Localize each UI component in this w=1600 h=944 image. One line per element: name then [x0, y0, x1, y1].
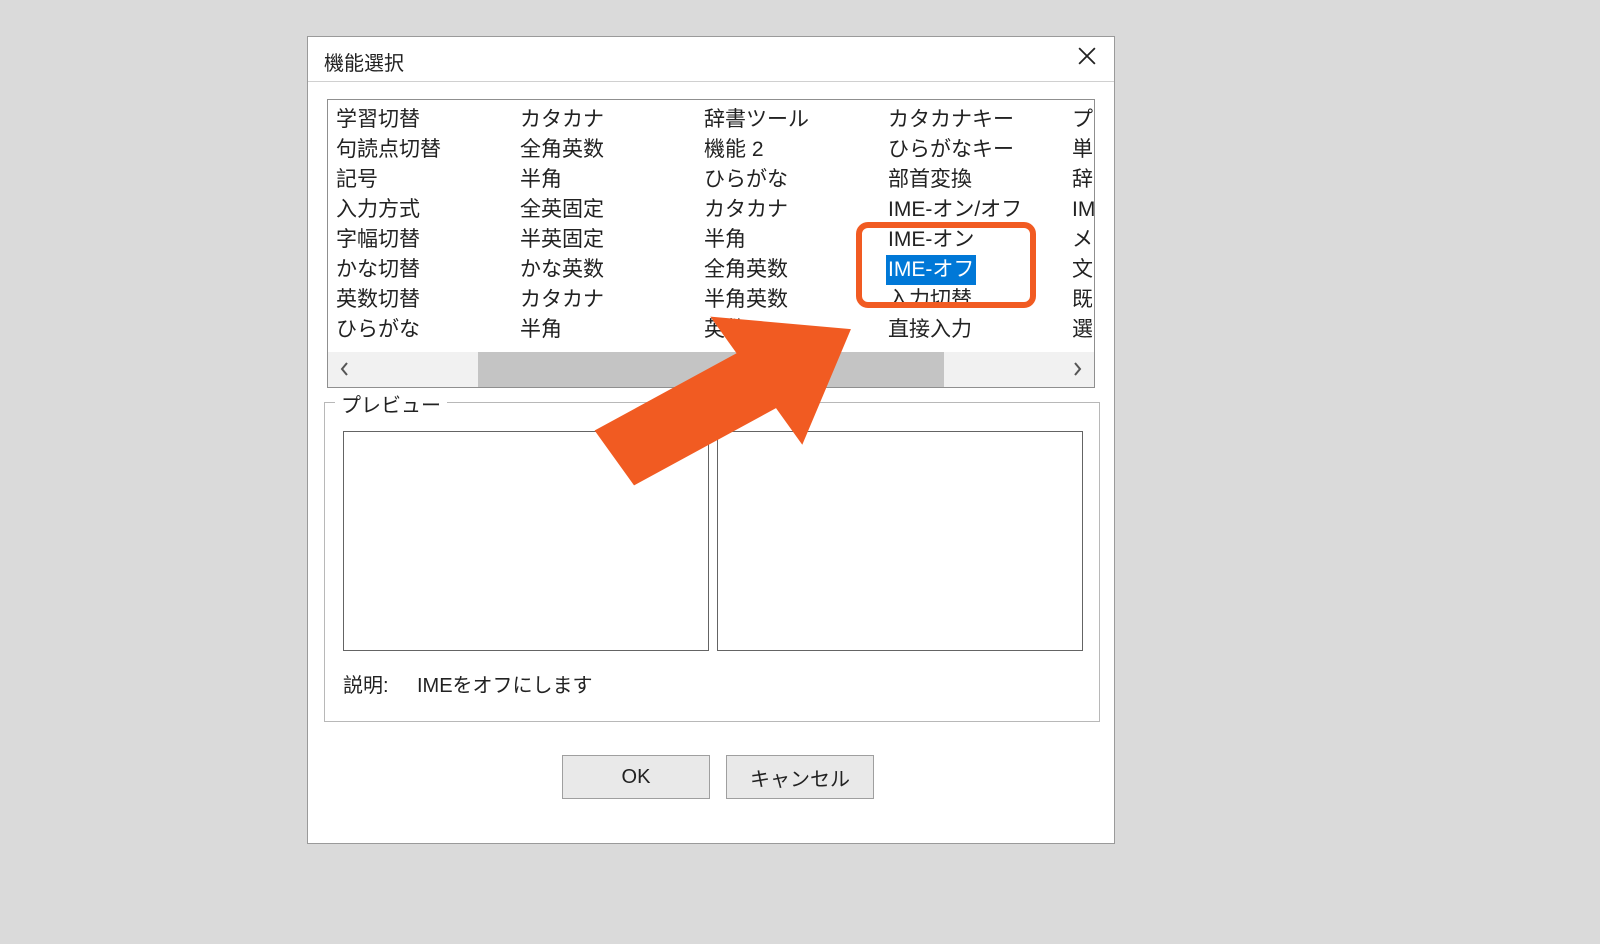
- description-text: IMEをオフにします: [417, 669, 593, 698]
- dialog-title: 機能選択: [324, 47, 404, 76]
- function-item[interactable]: IME-オン/オフ: [886, 195, 1024, 225]
- scroll-right-button[interactable]: [1060, 352, 1094, 387]
- function-item[interactable]: 入力切替: [886, 285, 974, 315]
- function-item[interactable]: 字幅切替: [334, 225, 422, 255]
- function-item[interactable]: 入力方式: [334, 195, 422, 225]
- function-list-content: 学習切替句読点切替記号入力方式字幅切替かな切替英数切替ひらがなカタカナ全角英数半…: [328, 100, 1094, 352]
- cancel-button[interactable]: キャンセル: [726, 755, 874, 799]
- function-item[interactable]: 全英固定: [518, 195, 606, 225]
- cancel-button-label: キャンセル: [750, 763, 850, 792]
- preview-legend: プレビュー: [335, 389, 447, 418]
- function-item[interactable]: メ:: [1070, 225, 1095, 255]
- function-item[interactable]: 半英固定: [518, 225, 606, 255]
- function-item[interactable]: 直接入力: [886, 315, 974, 345]
- function-item[interactable]: IME-オフ: [886, 255, 976, 285]
- preview-pane-left: [343, 431, 709, 651]
- function-item[interactable]: 辞: [1070, 165, 1095, 195]
- function-item[interactable]: 英数切替: [334, 285, 422, 315]
- function-item[interactable]: ひらがなキー: [886, 135, 1016, 165]
- function-item[interactable]: 半角: [702, 225, 748, 255]
- function-item[interactable]: かな切替: [334, 255, 422, 285]
- function-item[interactable]: 英数: [702, 315, 748, 345]
- titlebar: 機能選択: [308, 37, 1114, 82]
- function-item[interactable]: 半角: [518, 165, 564, 195]
- function-item[interactable]: カタカナ: [702, 195, 790, 225]
- function-item[interactable]: ひらがな: [702, 165, 790, 195]
- function-item[interactable]: プ: [1070, 105, 1095, 135]
- function-item[interactable]: 全角英数: [518, 135, 606, 165]
- chevron-left-icon: [340, 358, 350, 382]
- ok-button[interactable]: OK: [562, 755, 710, 799]
- chevron-right-icon: [1072, 358, 1082, 382]
- function-item[interactable]: 記号: [334, 165, 380, 195]
- function-item[interactable]: 半角英数: [702, 285, 790, 315]
- function-item[interactable]: ひらがな: [334, 315, 422, 345]
- function-item[interactable]: 学習切替: [334, 105, 422, 135]
- function-item[interactable]: 部首変換: [886, 165, 974, 195]
- function-item[interactable]: 機能 2: [702, 135, 766, 165]
- function-item[interactable]: 選: [1070, 315, 1095, 345]
- close-button[interactable]: [1060, 37, 1114, 81]
- function-item[interactable]: カタカナ: [518, 285, 606, 315]
- preview-pane-right: [717, 431, 1083, 651]
- function-item[interactable]: かな英数: [518, 255, 606, 285]
- function-select-dialog: 機能選択 学習切替句読点切替記号入力方式字幅切替かな切替英数切替ひらがなカタカナ…: [307, 36, 1115, 844]
- function-listbox[interactable]: 学習切替句読点切替記号入力方式字幅切替かな切替英数切替ひらがなカタカナ全角英数半…: [327, 99, 1095, 388]
- ok-button-label: OK: [622, 766, 651, 789]
- function-item[interactable]: 既: [1070, 285, 1095, 315]
- function-item[interactable]: IM: [1070, 195, 1095, 225]
- description-label: 説明:: [343, 669, 389, 698]
- function-item[interactable]: 半角: [518, 315, 564, 345]
- function-item[interactable]: 辞書ツール: [702, 105, 811, 135]
- function-item[interactable]: IME-オン: [886, 225, 976, 255]
- close-icon: [1078, 47, 1096, 71]
- scrollbar-thumb[interactable]: [478, 352, 944, 387]
- function-item[interactable]: カタカナ: [518, 105, 606, 135]
- preview-group: プレビュー 説明: IMEをオフにします: [324, 402, 1100, 722]
- scroll-left-button[interactable]: [328, 352, 362, 387]
- function-item[interactable]: 全角英数: [702, 255, 790, 285]
- function-item[interactable]: 句読点切替: [334, 135, 443, 165]
- function-item[interactable]: カタカナキー: [886, 105, 1016, 135]
- function-item[interactable]: 文: [1070, 255, 1095, 285]
- function-item[interactable]: 単: [1070, 135, 1095, 165]
- horizontal-scrollbar[interactable]: [328, 352, 1094, 387]
